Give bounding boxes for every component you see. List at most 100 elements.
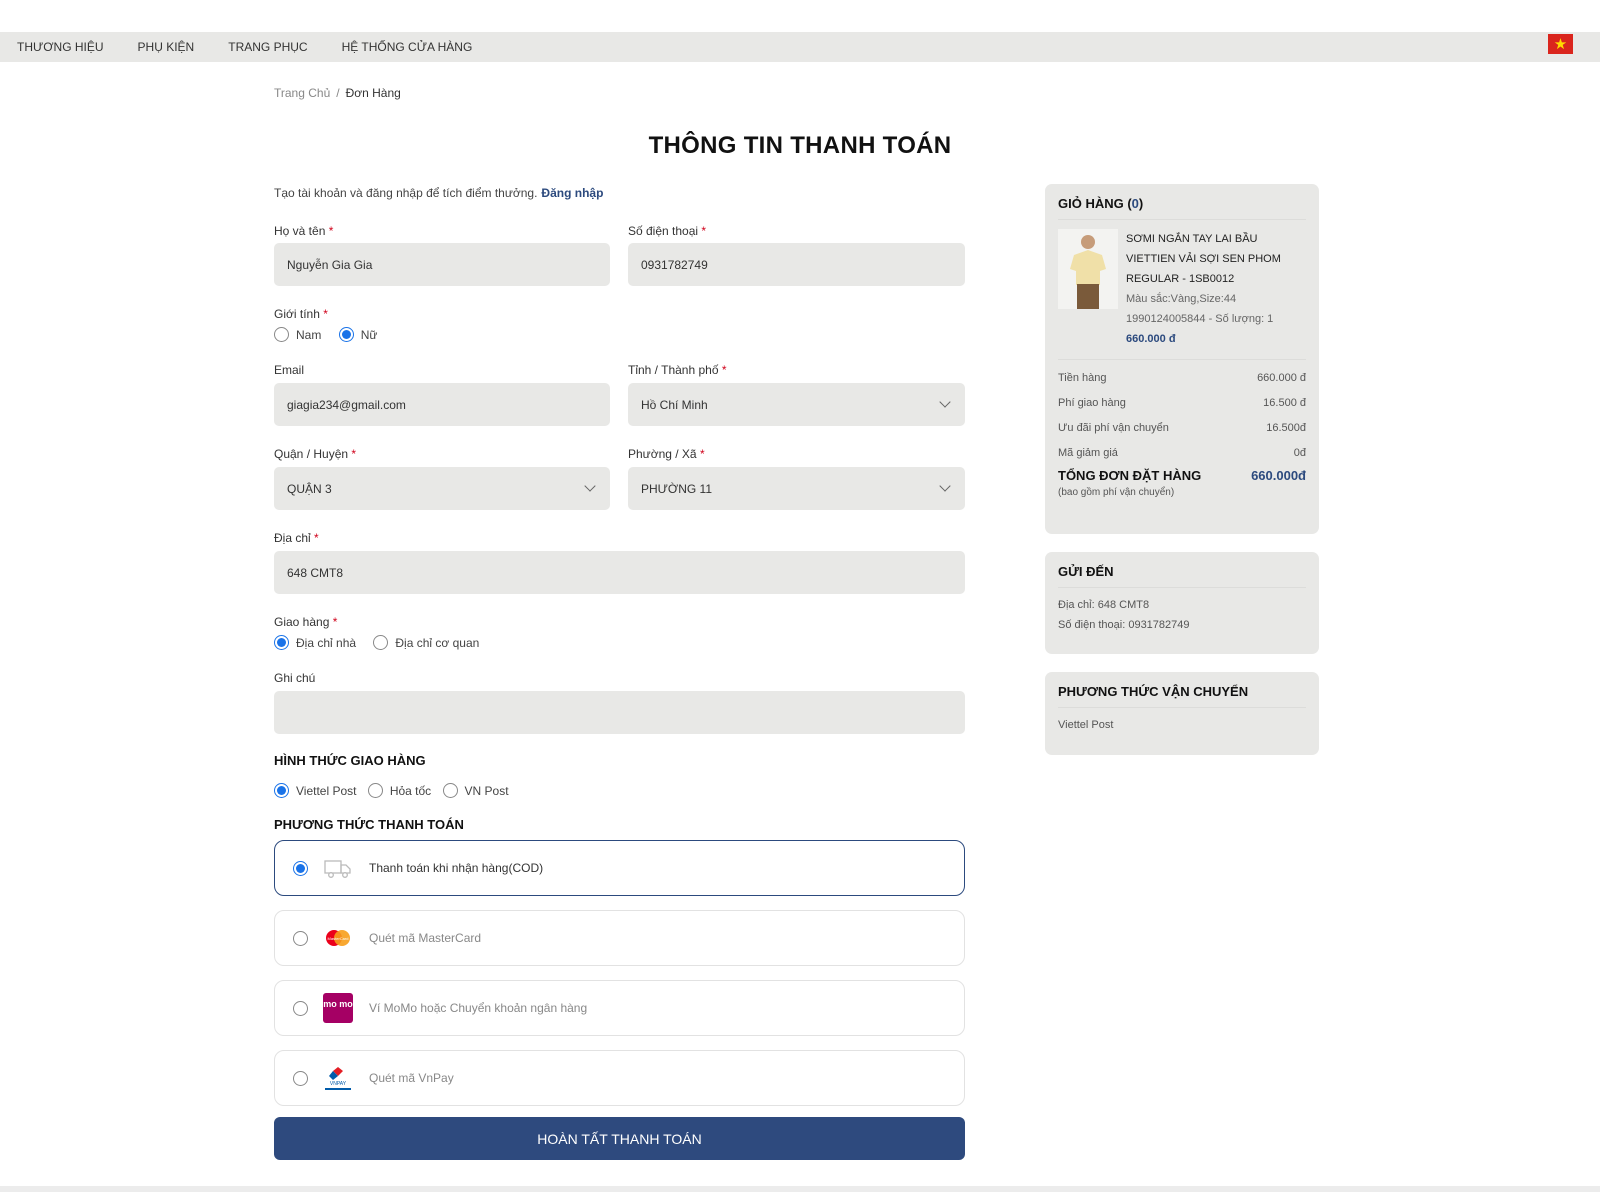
summary-label: Phí giao hàng <box>1058 397 1126 409</box>
shipping-heading: HÌNH THỨC GIAO HÀNG <box>274 753 426 768</box>
checkout-form: Tạo tài khoản và đăng nhập để tích điểm … <box>274 186 965 1160</box>
required-mark: * <box>314 531 319 545</box>
delivery-home-radio[interactable]: Địa chỉ nhà <box>274 635 356 650</box>
shipping-viettel-label: Viettel Post <box>296 783 357 798</box>
payment-cod-label: Thanh toán khi nhận hàng(COD) <box>369 861 544 875</box>
shipping-radio-group: Viettel Post Hỏa tốc VN Post <box>274 783 509 801</box>
nav-item-stores[interactable]: HỆ THỐNG CỬA HÀNG <box>342 40 473 54</box>
cart-card: GIỎ HÀNG (0) SƠMI NGẮN TAY LAI BẦU VIETT… <box>1045 184 1319 534</box>
nav-item-accessories[interactable]: PHỤ KIỆN <box>138 40 195 54</box>
page-title: THÔNG TIN THANH TOÁN <box>0 132 1600 160</box>
delivery-office-radio[interactable]: Địa chỉ cơ quan <box>373 635 479 650</box>
shipping-method-value: Viettel Post <box>1058 719 1114 731</box>
cart-item: SƠMI NGẮN TAY LAI BẦU VIETTIEN VẢI SỢI S… <box>1058 229 1306 349</box>
summary-row-shipping-discount: Ưu đãi phí vận chuyển 16.500đ <box>1058 416 1306 441</box>
ward-value: PHƯỜNG 11 <box>641 481 712 496</box>
phone-label-text: Số điện thoại <box>628 224 699 238</box>
shipping-express-radio[interactable]: Hỏa tốc <box>367 783 432 798</box>
radio-circle-selected <box>338 327 354 342</box>
ship-to-address: Địa chỉ: 648 CMT8 <box>1058 599 1150 611</box>
shipping-viettel-radio[interactable]: Viettel Post <box>274 783 356 798</box>
vnpay-icon: VNPAY <box>323 1065 353 1091</box>
shipping-vnpost-radio[interactable]: VN Post <box>442 783 509 798</box>
login-hint: Tạo tài khoản và đăng nhập để tích điểm … <box>274 186 965 200</box>
required-mark: * <box>323 307 328 321</box>
delivery-label: Giao hàng * <box>274 615 337 629</box>
gender-female-label: Nữ <box>360 327 378 342</box>
phone-value: 0931782749 <box>641 257 708 272</box>
city-select[interactable]: Hồ Chí Minh <box>628 383 965 426</box>
payment-cod-option[interactable]: Thanh toán khi nhận hàng(COD) <box>274 840 965 896</box>
ship-to-heading: GỬI ĐẾN <box>1058 564 1306 588</box>
fullname-field[interactable]: Nguyễn Gia Gia <box>274 243 610 286</box>
order-total-note: (bao gồm phí vận chuyển) <box>1058 487 1175 498</box>
district-label: Quận / Huyện * <box>274 447 356 461</box>
gender-female-radio[interactable]: Nữ <box>338 327 378 342</box>
required-mark: * <box>351 447 357 461</box>
delivery-home-label: Địa chỉ nhà <box>296 635 357 650</box>
mastercard-icon: MasterCard <box>323 925 353 951</box>
radio-circle-selected <box>274 783 289 798</box>
ward-label: Phường / Xã * <box>628 447 705 461</box>
order-total-label: TỔNG ĐƠN ĐẶT HÀNG <box>1058 468 1202 483</box>
breadcrumb: Trang Chủ / Đơn Hàng <box>274 86 401 100</box>
breadcrumb-home[interactable]: Trang Chủ <box>274 86 330 100</box>
address-field[interactable]: 648 CMT8 <box>274 551 965 594</box>
delivery-radio-group: Địa chỉ nhà Địa chỉ cơ quan <box>274 635 479 653</box>
radio-circle <box>293 930 308 946</box>
login-hint-text: Tạo tài khoản và đăng nhập để tích điểm … <box>274 186 538 200</box>
order-total-value: 660.000đ <box>1251 468 1306 483</box>
fullname-value: Nguyễn Gia Gia <box>287 257 373 272</box>
payment-vnpay-label: Quét mã VnPay <box>369 1071 454 1085</box>
login-link[interactable]: Đăng nhập <box>541 186 603 200</box>
cart-summary: Tiền hàng 660.000 đ Phí giao hàng 16.500 đ… <box>1058 359 1306 498</box>
top-navigation: THƯƠNG HIỆU PHỤ KIỆN TRANG PHỤC HỆ THỐNG… <box>0 32 1600 62</box>
nav-item-brands[interactable]: THƯƠNG HIỆU <box>17 40 104 54</box>
email-field[interactable]: giagia234@gmail.com <box>274 383 610 426</box>
note-label-text: Ghi chú <box>274 671 316 685</box>
nav-item-apparel[interactable]: TRANG PHỤC <box>228 40 307 54</box>
required-mark: * <box>699 447 705 461</box>
gender-male-radio[interactable]: Nam <box>274 327 321 342</box>
breadcrumb-current: Đơn Hàng <box>345 86 401 100</box>
note-textarea[interactable] <box>274 691 965 734</box>
payment-momo-option[interactable]: mo mo Ví MoMo hoặc Chuyển khoản ngân hàn… <box>274 980 965 1036</box>
payment-mastercard-option[interactable]: MasterCard Quét mã MasterCard <box>274 910 965 966</box>
cart-item-sku-qty: 1990124005844 - Số lượng: 1 <box>1126 313 1274 325</box>
radio-circle <box>373 635 389 650</box>
phone-field[interactable]: 0931782749 <box>628 243 965 286</box>
ship-to-phone: Số điện thoại: 0931782749 <box>1058 619 1190 631</box>
payment-vnpay-option[interactable]: VNPAY Quét mã VnPay <box>274 1050 965 1106</box>
summary-value: 16.500đ <box>1266 422 1306 434</box>
ward-label-text: Phường / Xã <box>628 447 697 461</box>
cart-item-variant: Màu sắc:Vàng,Size:44 <box>1126 293 1237 305</box>
summary-row-coupon: Mã giảm giá 0đ <box>1058 441 1306 466</box>
summary-value: 16.500 đ <box>1263 397 1306 409</box>
page-title-text: THÔNG TIN THANH TOÁN <box>648 132 952 159</box>
fullname-label: Họ và tên * <box>274 224 333 238</box>
city-value: Hồ Chí Minh <box>641 397 708 412</box>
cart-item-name[interactable]: SƠMI NGẮN TAY LAI BẦU VIETTIEN VẢI SỢI S… <box>1126 229 1306 289</box>
vietnam-flag-icon[interactable]: ★ <box>1548 34 1573 54</box>
product-thumbnail[interactable] <box>1058 229 1118 309</box>
order-total: TỔNG ĐƠN ĐẶT HÀNG 660.000đ <box>1058 468 1306 483</box>
gender-radio-group: Nam Nữ <box>274 327 377 345</box>
required-mark: * <box>328 224 334 238</box>
delivery-truck-icon <box>323 855 353 881</box>
payment-heading: PHƯƠNG THỨC THANH TOÁN <box>274 817 464 832</box>
complete-payment-button[interactable]: HOÀN TẤT THANH TOÁN <box>274 1117 965 1160</box>
summary-value: 660.000 đ <box>1257 372 1306 384</box>
gender-label: Giới tính * <box>274 307 328 321</box>
radio-circle <box>293 1000 308 1016</box>
radio-circle-selected <box>274 635 289 650</box>
shipping-express-label: Hỏa tốc <box>389 783 432 798</box>
cart-item-info: SƠMI NGẮN TAY LAI BẦU VIETTIEN VẢI SỢI S… <box>1126 229 1306 349</box>
fullname-label-text: Họ và tên <box>274 224 326 238</box>
footer-strip <box>0 1186 1600 1192</box>
district-select[interactable]: QUẬN 3 <box>274 467 610 510</box>
delivery-label-text: Giao hàng <box>274 615 330 629</box>
shipping-vnpost-label: VN Post <box>464 783 509 798</box>
radio-circle <box>442 783 458 798</box>
required-mark: * <box>721 363 727 377</box>
ward-select[interactable]: PHƯỜNG 11 <box>628 467 965 510</box>
